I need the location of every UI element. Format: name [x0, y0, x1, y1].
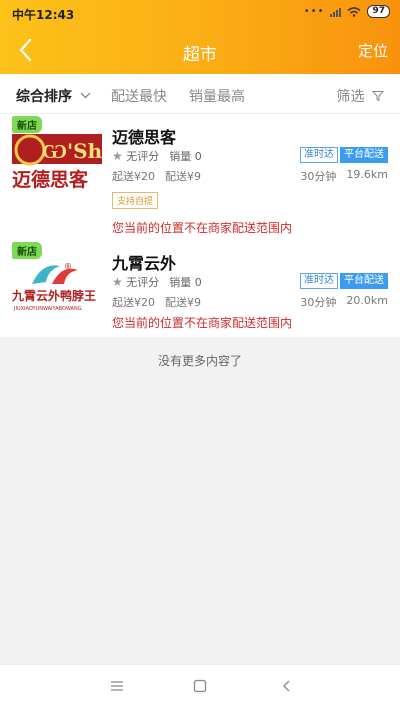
rating: ★ 无评分 [112, 275, 160, 289]
new-store-badge: 新店 [12, 242, 42, 259]
platform-delivery-tag: 平台配送 [340, 273, 388, 289]
shop-item[interactable]: 新店 Ѡ'Sh 迈德思客 迈德思客 ★ 无评分 销量 0 准时达 平台配送 起送… [0, 114, 400, 240]
delivery-time: 30分钟 [300, 296, 337, 309]
rating-row: ★ 无评分 销量 0 [112, 148, 202, 164]
fee-row: 起送¥20 配送¥9 [112, 294, 201, 310]
chevron-down-icon [80, 92, 91, 99]
battery-icon: 97 [367, 5, 390, 18]
more-dots-icon: ••• [303, 6, 325, 17]
menu-icon[interactable] [110, 679, 124, 693]
min-order: 起送¥20 [112, 170, 155, 183]
shop-logo: ® 九霄云外鸭脖王 JIUXIAOYUNWAIYABOWANG [12, 254, 102, 320]
sort-comprehensive[interactable]: 综合排序 [16, 86, 91, 106]
no-more-content: 没有更多内容了 [157, 354, 242, 368]
delivery-fee: 配送¥9 [165, 296, 201, 309]
time-distance: 30分钟 19.6km [300, 168, 388, 184]
new-store-badge: 新店 [12, 116, 42, 133]
sort-comprehensive-label: 综合排序 [16, 89, 72, 105]
delivery-tags: 准时达 平台配送 [300, 147, 388, 163]
shop-list: 新店 Ѡ'Sh 迈德思客 迈德思客 ★ 无评分 销量 0 准时达 平台配送 起送… [0, 114, 400, 337]
fee-row: 起送¥20 配送¥9 [112, 168, 201, 184]
out-of-range-warning: 您当前的位置不在商家配送范围内 [112, 316, 293, 330]
logo-text-cn: 九霄云外鸭脖王 [12, 288, 96, 303]
status-time: 中午12:43 [12, 8, 75, 22]
rating: ★ 无评分 [112, 149, 160, 163]
time-distance: 30分钟 20.0km [300, 294, 388, 310]
platform-delivery-tag: 平台配送 [340, 147, 388, 163]
distance: 19.6km [346, 168, 388, 181]
navbar: 超市 定位 [0, 30, 400, 70]
on-time-tag: 准时达 [300, 147, 338, 163]
status-icons: ••• 97 [304, 5, 390, 18]
delivery-time: 30分钟 [300, 170, 337, 183]
status-bar: 中午12:43 ••• 97 [0, 0, 400, 26]
logo-text-cn: 迈德思客 [12, 168, 89, 191]
delivery-fee: 配送¥9 [165, 170, 201, 183]
system-nav-bar [0, 664, 400, 711]
header: 中午12:43 ••• 97 超市 定位 [0, 0, 400, 74]
pickup-badge: 支持自提 [112, 192, 159, 209]
on-time-tag: 准时达 [300, 273, 338, 289]
filter-button[interactable]: 筛选 [336, 86, 385, 106]
sort-fastest[interactable]: 配送最快 [111, 86, 167, 106]
star-icon: ★ [112, 149, 123, 163]
shop-name: 九霄云外 [112, 254, 177, 273]
shop-item[interactable]: 新店 ® 九霄云外鸭脖王 JIUXIAOYUNWAIYABOWANG 九霄云外 … [0, 240, 400, 337]
sales-count: 销量 0 [169, 150, 202, 163]
shop-name: 迈德思客 [112, 128, 177, 147]
wifi-icon [347, 6, 361, 17]
out-of-range-warning: 您当前的位置不在商家配送范围内 [112, 221, 293, 235]
distance: 20.0km [346, 294, 388, 307]
shop-logo: Ѡ'Sh 迈德思客 [12, 126, 102, 192]
logo-text-en: JIUXIAOYUNWAIYABOWANG [13, 306, 82, 312]
signal-icon [330, 7, 342, 17]
sales-count: 销量 0 [169, 276, 202, 289]
filter-icon [371, 91, 385, 102]
filter-label: 筛选 [336, 89, 365, 105]
logo-text-en: Ѡ'Sh [42, 139, 102, 163]
back-icon[interactable] [280, 679, 294, 693]
min-order: 起送¥20 [112, 296, 155, 309]
delivery-tags: 准时达 平台配送 [300, 273, 388, 289]
rating-row: ★ 无评分 销量 0 [112, 274, 202, 290]
page-title: 超市 [183, 45, 217, 65]
svg-text:®: ® [64, 262, 72, 271]
sort-top-sales[interactable]: 销量最高 [189, 86, 245, 106]
locate-button[interactable]: 定位 [358, 40, 388, 61]
star-icon: ★ [112, 275, 123, 289]
home-icon[interactable] [193, 679, 207, 693]
sort-bar: 综合排序 配送最快 销量最高 筛选 [0, 74, 400, 114]
